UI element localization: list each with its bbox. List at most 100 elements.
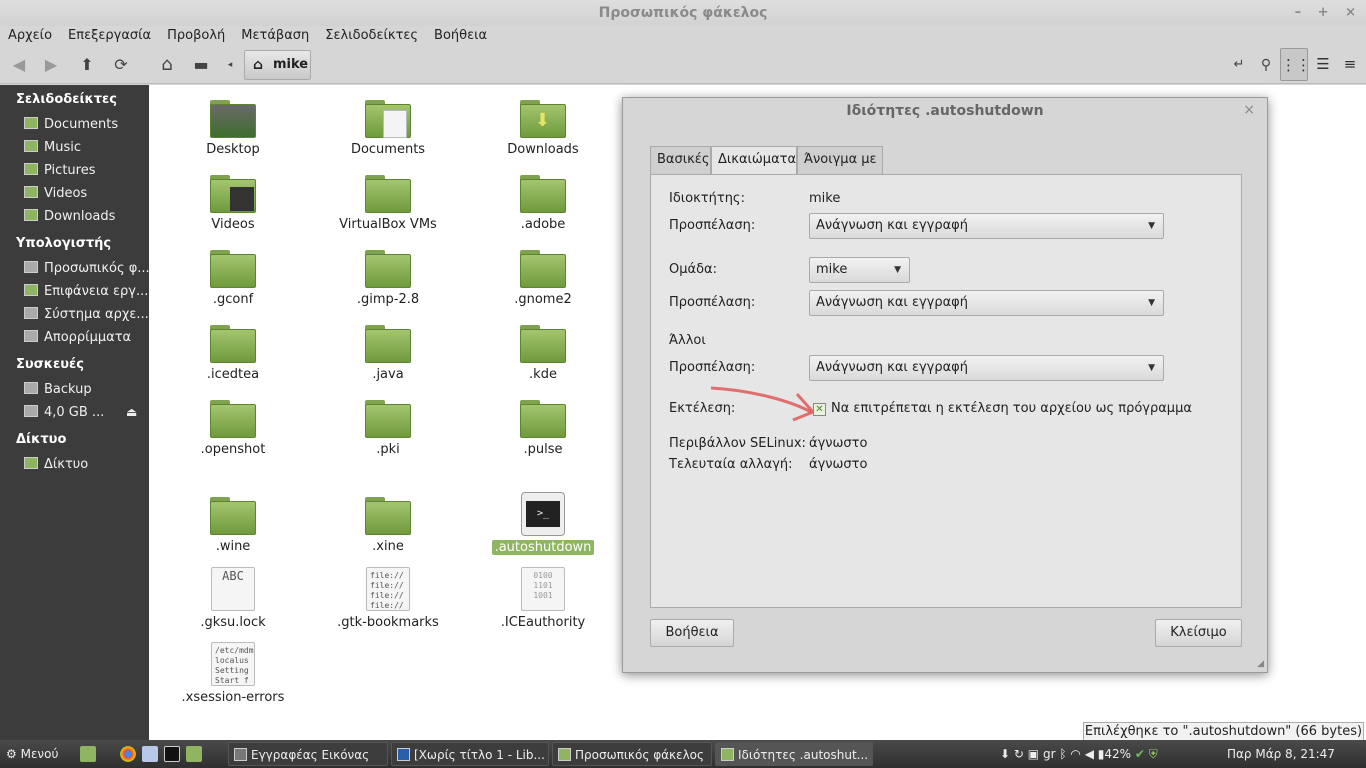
breadcrumb-left-icon[interactable]: ◂ [224, 52, 236, 78]
show-desktop-icon[interactable] [80, 746, 96, 762]
file-item[interactable]: .gimp-2.8 [333, 250, 443, 307]
file-label: .adobe [520, 217, 566, 232]
file-label: .openshot [200, 442, 266, 457]
file-item[interactable]: .wine [178, 497, 288, 554]
tab-open-with[interactable]: Άνοιγμα με [797, 146, 883, 174]
file-manager-icon[interactable] [142, 746, 158, 762]
terminal-script-icon: >_ [521, 492, 565, 536]
menu-bookmarks[interactable]: Σελιδοδείκτες [317, 26, 426, 46]
file-item[interactable]: file:// file:// file:// file:// .gtk-book… [333, 567, 443, 630]
close-button[interactable]: Κλείσιμο [1155, 619, 1242, 647]
back-icon[interactable]: ◀ [8, 52, 30, 78]
toggle-location-icon[interactable]: ↵ [1228, 52, 1250, 78]
sidebar-item-backup[interactable]: Backup [24, 380, 149, 400]
exec-checkbox[interactable]: ✕ [813, 403, 826, 416]
home-icon[interactable]: ⌂ [155, 52, 179, 78]
file-item[interactable]: .icedtea [178, 325, 288, 382]
dialog-title[interactable]: Ιδιότητες .autoshutdown [623, 98, 1267, 124]
file-item[interactable]: .gconf [178, 250, 288, 307]
owner-access-label: Προσπέλαση: [669, 218, 756, 233]
menu-view[interactable]: Προβολή [159, 26, 233, 46]
tab-permissions[interactable]: Δικαιώματα [711, 146, 797, 175]
shield-icon[interactable]: ⛨ [1149, 747, 1158, 761]
menu-go[interactable]: Μετάβαση [233, 26, 317, 46]
sidebar-item-desktop[interactable]: Επιφάνεια εργ... [24, 282, 149, 302]
breadcrumb-home[interactable]: ⌂ mike [244, 50, 311, 80]
up-icon[interactable]: ⬆ [76, 52, 98, 78]
update-ok-icon[interactable]: ✔ [1135, 747, 1145, 761]
reload-icon[interactable]: ⟳ [110, 52, 132, 78]
window-title: Προσωπικός φάκελος [598, 5, 768, 21]
bluetooth-icon[interactable]: ᛒ [1059, 747, 1066, 761]
taskbar-window-libreoffice[interactable]: [Χωρίς τίτλο 1 - Lib... [391, 742, 549, 766]
videos-folder-icon [210, 175, 256, 213]
file-item[interactable]: .xine [333, 497, 443, 554]
file-item[interactable]: .adobe [488, 175, 598, 232]
sidebar-item-downloads[interactable]: Downloads [24, 207, 149, 227]
file-item[interactable]: VirtualBox VMs [333, 175, 443, 232]
menu-help[interactable]: Βοήθεια [426, 26, 495, 46]
sidebar-item-videos[interactable]: Videos [24, 184, 149, 204]
folder-icon[interactable] [186, 746, 202, 762]
close-window-button[interactable]: × [1345, 5, 1356, 20]
file-item[interactable]: .openshot [178, 400, 288, 457]
file-item[interactable]: ⬇ Downloads [488, 100, 598, 157]
menu-file[interactable]: Αρχείο [0, 26, 60, 46]
taskbar-window-home[interactable]: Προσωπικός φάκελος [552, 742, 712, 766]
file-label: .gnome2 [514, 292, 572, 307]
sidebar-item-music[interactable]: Music [24, 138, 149, 158]
owner-access-select[interactable]: Ανάγνωση και εγγραφή ▼ [809, 213, 1164, 239]
help-button[interactable]: Βοήθεια [650, 619, 734, 647]
group-access-select[interactable]: Ανάγνωση και εγγραφή ▼ [809, 290, 1164, 316]
taskbar-window-image-writer[interactable]: Εγγραφέας Εικόνας [228, 742, 388, 766]
compact-view-icon[interactable]: ≡ [1336, 48, 1364, 81]
file-label: .gimp-2.8 [356, 292, 420, 307]
sidebar-item-documents[interactable]: Documents [24, 115, 149, 135]
file-item[interactable]: Documents [333, 100, 443, 157]
file-item[interactable]: 0100 1101 1001 .ICEauthority [488, 567, 598, 630]
tab-basic[interactable]: Βασικές [650, 146, 711, 174]
maximize-button[interactable]: + [1318, 5, 1329, 20]
group-select[interactable]: mike ▼ [809, 257, 910, 283]
file-item[interactable]: Desktop [178, 100, 288, 157]
file-item[interactable]: .java [333, 325, 443, 382]
clock[interactable]: Παρ Μάρ 8, 21:47 [1227, 743, 1335, 765]
taskbar-window-properties[interactable]: Ιδιότητες .autoshut... [715, 742, 873, 766]
sidebar-item-home[interactable]: Προσωπικός φ... [24, 259, 149, 279]
resize-grip-icon[interactable]: ◢ [1257, 659, 1264, 669]
list-view-icon[interactable]: ☰ [1309, 48, 1337, 81]
forward-icon[interactable]: ▶ [40, 52, 62, 78]
chrome-icon[interactable] [120, 746, 136, 762]
search-icon[interactable]: ⚲ [1255, 52, 1277, 78]
minimize-button[interactable]: – [1295, 5, 1302, 20]
exec-checkbox-label[interactable]: Να επιτρέπεται η εκτέλεση του αρχείου ως… [831, 401, 1192, 416]
file-item-selected[interactable]: >_ .autoshutdown [488, 492, 598, 555]
others-access-select[interactable]: Ανάγνωση και εγγραφή ▼ [809, 355, 1164, 381]
sidebar-item-filesystem[interactable]: Σύστημα αρχε... [24, 305, 149, 325]
file-item[interactable]: .kde [488, 325, 598, 382]
file-item[interactable]: ABC .gksu.lock [178, 567, 288, 630]
menu-edit[interactable]: Επεξεργασία [60, 26, 159, 46]
terminal-icon[interactable] [164, 746, 180, 762]
window-titlebar[interactable]: Προσωπικός φάκελος – + × [0, 0, 1366, 26]
file-item[interactable]: .pki [333, 400, 443, 457]
sidebar-item-usb[interactable]: 4,0 GB ... [24, 403, 124, 423]
disk-icon[interactable]: ▣ [1028, 747, 1039, 761]
sidebar-item-trash[interactable]: Απορρίμματα [24, 328, 149, 348]
file-item[interactable]: .gnome2 [488, 250, 598, 307]
file-item[interactable]: .pulse [488, 400, 598, 457]
computer-icon[interactable]: ▬ [188, 52, 214, 78]
icon-view-icon[interactable]: ⋮⋮ [1280, 48, 1311, 81]
keyboard-layout[interactable]: gr [1043, 747, 1056, 761]
file-item[interactable]: /etc/mdm localus Setting Start f .xsessio… [178, 642, 288, 705]
sidebar-item-pictures[interactable]: Pictures [24, 161, 149, 181]
sidebar-item-network[interactable]: Δίκτυο [24, 455, 149, 475]
dialog-close-icon[interactable]: × [1243, 102, 1255, 118]
sync-icon[interactable]: ↻ [1014, 747, 1024, 761]
download-icon[interactable]: ⬇ [1000, 747, 1010, 761]
eject-icon[interactable]: ⏏ [126, 405, 137, 419]
volume-icon[interactable]: ◀ [1085, 747, 1094, 761]
file-item[interactable]: Videos [178, 175, 288, 232]
start-menu-button[interactable]: ⚙ Μενού [6, 743, 58, 765]
wifi-icon[interactable]: ◠ [1070, 747, 1080, 761]
